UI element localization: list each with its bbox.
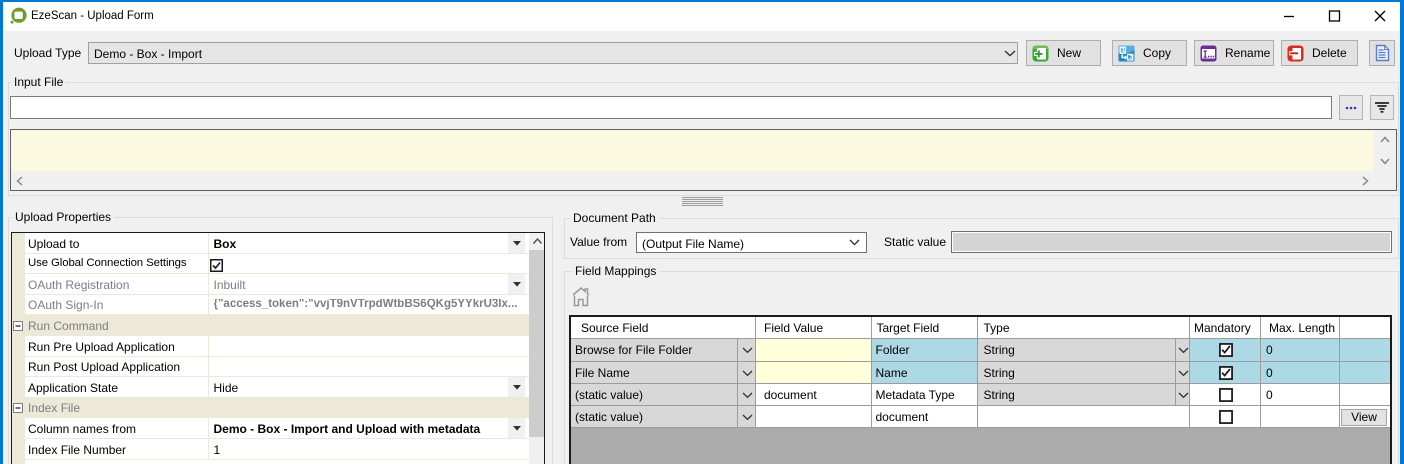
svg-text:1: 1 — [1122, 48, 1125, 54]
svg-text:2: 2 — [1129, 55, 1132, 61]
